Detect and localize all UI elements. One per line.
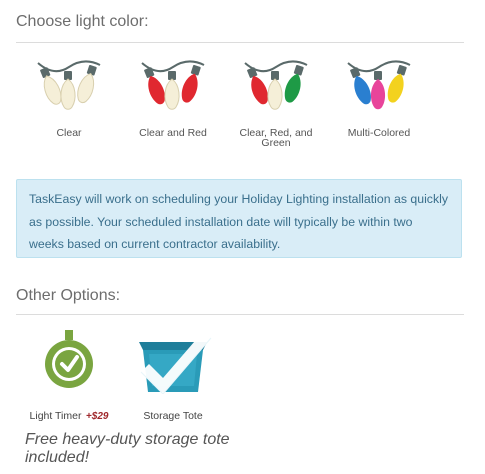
timer-icon xyxy=(45,330,93,388)
light-option-clear-red[interactable]: Clear and Red xyxy=(121,57,225,138)
light-option-label: Clear xyxy=(56,127,82,139)
storage-tote-label: Storage Tote xyxy=(143,410,203,422)
light-option-label: Clear, Red, and Green xyxy=(239,127,313,149)
light-timer-label: Light Timer xyxy=(29,410,82,422)
light-timer-option[interactable]: Light Timer +$29 xyxy=(22,328,116,424)
multicolor-lights-icon xyxy=(347,60,411,110)
clear-red-green-lights-icon xyxy=(244,60,308,110)
light-option-label: Multi-Colored xyxy=(347,127,411,139)
light-option-clear-red-green[interactable]: Clear, Red, and Green xyxy=(224,57,328,148)
light-option-clear[interactable]: Clear xyxy=(17,57,121,138)
clear-red-lights-icon xyxy=(141,60,205,110)
light-color-title: Choose light color: xyxy=(16,13,149,30)
scheduling-notice: TaskEasy will work on scheduling your Ho… xyxy=(16,179,462,258)
storage-tote-option[interactable]: Storage Tote xyxy=(128,330,218,424)
section-divider xyxy=(16,42,464,43)
light-timer-price: +$29 xyxy=(85,411,109,422)
clear-lights-icon xyxy=(37,60,101,110)
other-options-title: Other Options: xyxy=(16,287,121,304)
light-option-multicolor[interactable]: Multi-Colored xyxy=(327,57,431,138)
section-divider xyxy=(16,314,464,315)
free-tote-promo: Free heavy-duty storage tote included! xyxy=(25,431,230,466)
light-option-label: Clear and Red xyxy=(139,127,207,139)
storage-tote-icon xyxy=(139,334,212,394)
